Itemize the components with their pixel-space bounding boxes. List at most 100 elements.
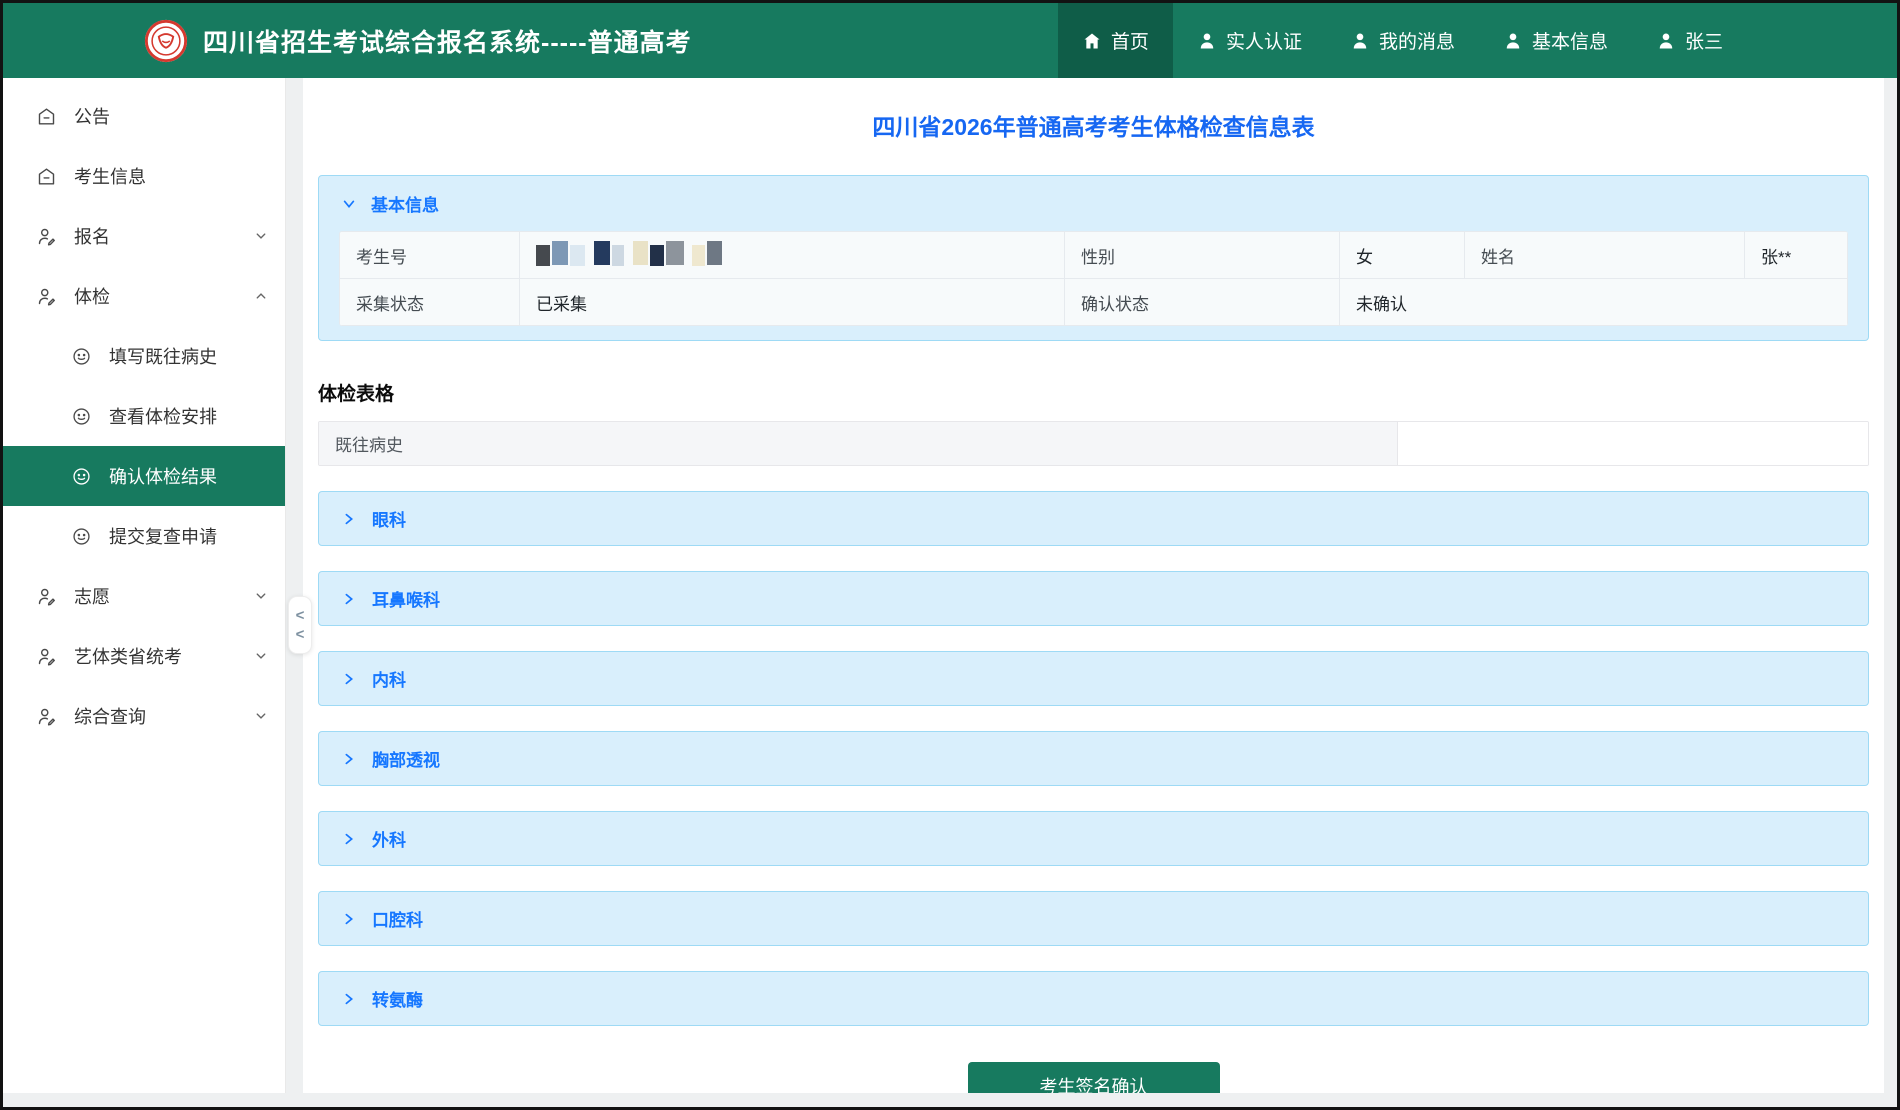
nav-home-label: 首页: [1110, 32, 1149, 53]
sidebar-item-label: 查看体检安排: [109, 407, 217, 427]
sidebar-item-registration[interactable]: 报名: [3, 206, 285, 266]
gender-label: 性别: [1065, 232, 1340, 279]
sidebar-item-label: 综合查询: [74, 707, 146, 727]
sidebar-item-fill-medical-history[interactable]: 填写既往病史: [3, 326, 285, 386]
sidebar-item-label: 志愿: [74, 587, 110, 607]
candidate-sign-confirm-button[interactable]: 考生签名确认: [967, 1062, 1220, 1093]
chevron-right-icon: [342, 592, 356, 606]
sidebar-gutter: < <: [286, 78, 312, 1093]
top-header: 四川省招生考试综合报名系统-----普通高考 首页 实人认证 我的消息 基本信息: [3, 3, 1897, 78]
chevron-down-icon: [255, 710, 267, 722]
section-label: 胸部透视: [372, 751, 440, 770]
sidebar-item-label: 报名: [74, 227, 110, 247]
section-label: 转氨酶: [372, 991, 423, 1010]
smiley-icon: [71, 466, 92, 487]
medical-history-row: 既往病史: [318, 421, 1869, 466]
sidebar-item-announcements[interactable]: 公告: [3, 86, 285, 146]
chevron-down-icon: [342, 197, 356, 211]
page-title: 四川省2026年普通高考考生体格检查信息表: [872, 114, 1315, 140]
section-ent[interactable]: 耳鼻喉科: [318, 571, 1869, 626]
chevron-up-icon: [255, 290, 267, 302]
home-icon: [1084, 33, 1100, 48]
confirm-status-label: 确认状态: [1065, 279, 1340, 326]
top-nav: 首页 实人认证 我的消息 基本信息 张三: [1057, 3, 1897, 78]
section-label: 眼科: [372, 511, 406, 530]
user-icon: [1506, 33, 1520, 48]
basic-info-panel: 基本信息 考生号 性别 女 姓名 张** 采集状态 已采集 确认状态 未确认: [318, 175, 1869, 341]
masked-value-mosaic: [536, 241, 722, 267]
section-chest-xray[interactable]: 胸部透视: [318, 731, 1869, 786]
smiley-icon: [71, 526, 92, 547]
confirm-status-value: 未确认: [1340, 279, 1848, 326]
nav-basic-info-label: 基本信息: [1531, 32, 1608, 53]
sichuan-exam-logo-icon: [144, 19, 188, 62]
sidebar-item-label: 填写既往病史: [109, 347, 217, 367]
section-label: 耳鼻喉科: [372, 591, 440, 610]
chevron-right-icon: [342, 672, 356, 686]
nav-username-label: 张三: [1684, 32, 1723, 53]
nav-my-messages-label: 我的消息: [1378, 32, 1455, 53]
candidate-no-value-masked: [520, 232, 1065, 279]
collect-status-label: 采集状态: [340, 279, 520, 326]
system-title: 四川省招生考试综合报名系统-----普通高考: [203, 28, 692, 57]
sidebar-item-label: 体检: [74, 287, 110, 307]
sidebar-item-label: 确认体检结果: [109, 467, 217, 487]
name-label: 姓名: [1465, 232, 1745, 279]
section-label: 口腔科: [372, 911, 423, 930]
brand: 四川省招生考试综合报名系统-----普通高考: [3, 3, 692, 78]
user-icon: [1353, 33, 1367, 48]
sidebar-item-candidate-info[interactable]: 考生信息: [3, 146, 285, 206]
nav-real-person-auth-label: 实人认证: [1225, 32, 1302, 53]
sidebar-item-label: 艺体类省统考: [74, 647, 182, 667]
sidebar-item-volunteer[interactable]: 志愿: [3, 566, 285, 626]
nav-basic-info[interactable]: 基本信息: [1479, 3, 1632, 78]
chevron-down-icon: [255, 230, 267, 242]
chevron-right-icon: [342, 992, 356, 1006]
section-ophthalmology[interactable]: 眼科: [318, 491, 1869, 546]
sidebar-item-comprehensive-query[interactable]: 综合查询: [3, 686, 285, 746]
sidebar-item-label: 考生信息: [74, 167, 146, 187]
app-window: 四川省招生考试综合报名系统-----普通高考 首页 实人认证 我的消息 基本信息: [0, 0, 1900, 1110]
nav-home[interactable]: 首页: [1057, 3, 1173, 78]
user-edit-icon: [36, 706, 57, 727]
section-transaminase[interactable]: 转氨酶: [318, 971, 1869, 1026]
chevron-down-icon: [255, 650, 267, 662]
basic-info-table: 考生号 性别 女 姓名 张** 采集状态 已采集 确认状态 未确认: [339, 231, 1848, 326]
collapse-left-icon: <: [295, 626, 305, 643]
user-icon: [1659, 33, 1673, 48]
announcement-icon: [36, 106, 57, 127]
section-label: 内科: [372, 671, 406, 690]
basic-info-accordion-header[interactable]: 基本信息: [319, 176, 1868, 231]
candidate-no-label: 考生号: [340, 232, 520, 279]
sidebar-collapse-handle[interactable]: < <: [288, 596, 312, 654]
sidebar-item-label: 公告: [74, 107, 110, 127]
section-label: 外科: [372, 831, 406, 850]
user-edit-icon: [36, 226, 57, 247]
smiley-icon: [71, 346, 92, 367]
user-icon: [1200, 33, 1214, 48]
chevron-right-icon: [342, 832, 356, 846]
nav-real-person-auth[interactable]: 实人认证: [1173, 3, 1326, 78]
section-internal-medicine[interactable]: 内科: [318, 651, 1869, 706]
section-surgery[interactable]: 外科: [318, 811, 1869, 866]
sidebar: 公告 考生信息 报名 体检 填写既往病史 查看体检安排 确认体检结果 提交复查申…: [3, 78, 286, 1093]
sidebar-item-label: 提交复查申请: [109, 527, 217, 547]
name-value: 张**: [1745, 232, 1848, 279]
sidebar-item-submit-recheck-request[interactable]: 提交复查申请: [3, 506, 285, 566]
sidebar-item-view-exam-schedule[interactable]: 查看体检安排: [3, 386, 285, 446]
exam-form-heading: 体检表格: [318, 384, 395, 405]
nav-username[interactable]: 张三: [1632, 3, 1747, 78]
collect-status-value: 已采集: [520, 279, 1065, 326]
sidebar-item-confirm-exam-results[interactable]: 确认体检结果: [3, 446, 285, 506]
section-dental[interactable]: 口腔科: [318, 891, 1869, 946]
nav-my-messages[interactable]: 我的消息: [1326, 3, 1479, 78]
chevron-right-icon: [342, 512, 356, 526]
announcement-icon: [36, 166, 57, 187]
chevron-down-icon: [255, 590, 267, 602]
medical-history-value: [1398, 422, 1868, 465]
user-edit-icon: [36, 646, 57, 667]
sidebar-item-art-sports-exam[interactable]: 艺体类省统考: [3, 626, 285, 686]
sidebar-item-physical-exam[interactable]: 体检: [3, 266, 285, 326]
collapse-left-icon: <: [295, 607, 305, 624]
gender-value: 女: [1340, 232, 1465, 279]
